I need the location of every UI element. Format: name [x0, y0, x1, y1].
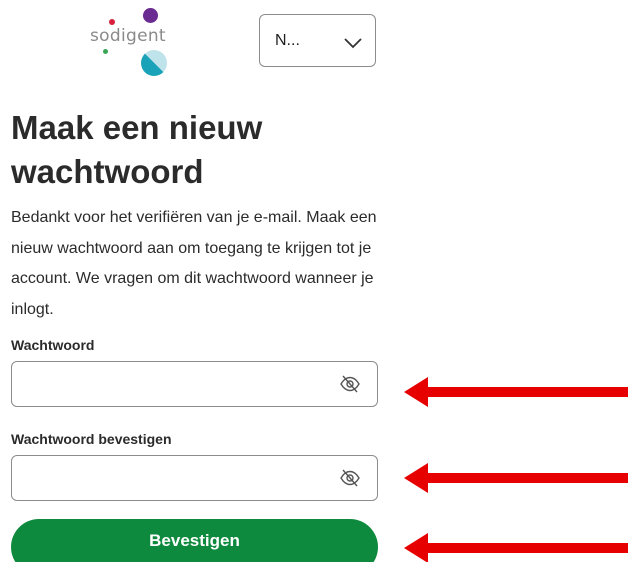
logo-dot-green — [103, 49, 108, 54]
annotation-arrow-icon — [404, 377, 628, 407]
annotation-arrow-icon — [404, 463, 628, 493]
language-select[interactable]: N... — [259, 14, 376, 67]
logo-dot-teal — [141, 50, 167, 76]
password-input[interactable] — [11, 361, 378, 407]
annotation-arrow-icon — [404, 533, 628, 562]
logo-dot-red — [109, 19, 115, 25]
confirm-password-label: Wachtwoord bevestigen — [11, 431, 172, 447]
eye-slash-icon[interactable] — [339, 373, 361, 395]
page: sodigent N... Maak een nieuw wachtwoord … — [0, 0, 628, 562]
page-description: Bedankt voor het verifiëren van je e-mai… — [11, 209, 377, 318]
language-selected-value: N... — [275, 32, 300, 49]
confirm-password-input[interactable] — [11, 455, 378, 501]
eye-slash-icon[interactable] — [339, 467, 361, 489]
password-label: Wachtwoord — [11, 337, 95, 353]
chevron-down-icon — [343, 36, 363, 54]
page-title: Maak een nieuw wachtwoord — [11, 109, 263, 190]
confirm-button[interactable]: Bevestigen — [11, 519, 378, 562]
logo-dot-purple — [143, 8, 158, 23]
brand-logo: sodigent — [70, 2, 190, 76]
logo-text: sodigent — [90, 26, 166, 46]
